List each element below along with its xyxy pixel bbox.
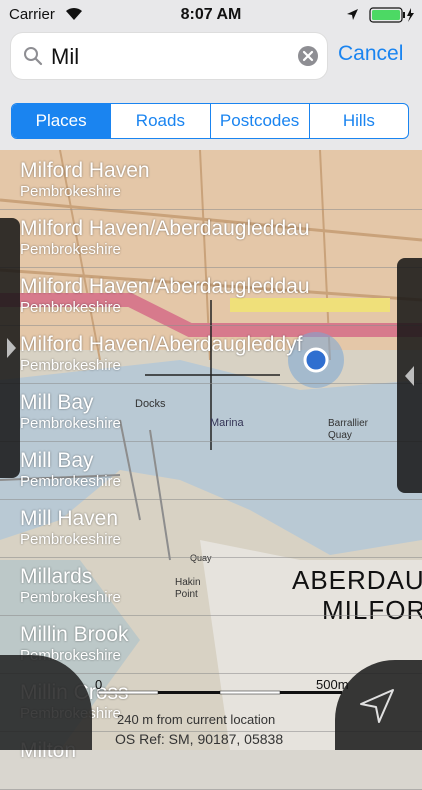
search-field[interactable] bbox=[11, 33, 327, 79]
navigation-arrow-icon bbox=[360, 689, 394, 723]
clear-icon[interactable] bbox=[297, 45, 319, 67]
result-county: Pembrokeshire bbox=[20, 589, 121, 606]
result-name: Mill Bay bbox=[20, 391, 94, 414]
search-type-segmented-control: Places Roads Postcodes Hills bbox=[11, 103, 409, 139]
result-county: Pembrokeshire bbox=[20, 473, 121, 490]
chevron-left-icon bbox=[405, 365, 414, 386]
list-item[interactable]: Mill Bay Pembrokeshire bbox=[0, 384, 422, 442]
result-name: Milford Haven/Aberdaugleddau bbox=[20, 217, 310, 240]
list-item[interactable]: Millards Pembrokeshire bbox=[0, 558, 422, 616]
scale-start-label: 0 bbox=[95, 677, 103, 692]
result-county: Pembrokeshire bbox=[20, 415, 121, 432]
result-name: Mill Haven bbox=[20, 507, 119, 530]
scale-end-label: 500m bbox=[316, 677, 349, 692]
list-item[interactable]: Mill Bay Pembrokeshire bbox=[0, 442, 422, 500]
result-name: Milford Haven/Aberdaugleddau bbox=[20, 275, 310, 298]
location-arrow-icon bbox=[347, 9, 358, 20]
search-icon bbox=[24, 47, 43, 66]
result-name: Milford Haven/Aberdaugleddyf bbox=[20, 333, 303, 356]
result-county: Pembrokeshire bbox=[20, 647, 121, 664]
search-input[interactable] bbox=[49, 41, 293, 73]
result-name: Millin Brook bbox=[20, 623, 129, 646]
scale-bar bbox=[97, 690, 342, 695]
list-item[interactable]: Milford Haven/Aberdaugleddau Pembrokeshi… bbox=[0, 210, 422, 268]
result-county: Pembrokeshire bbox=[20, 357, 121, 374]
distance-from-location: 240 m from current location bbox=[117, 712, 276, 727]
segment-postcodes[interactable]: Postcodes bbox=[209, 104, 309, 138]
result-name: Mill Bay bbox=[20, 449, 94, 472]
chevron-right-icon bbox=[7, 338, 16, 358]
cancel-button[interactable]: Cancel bbox=[338, 42, 403, 66]
result-county: Pembrokeshire bbox=[20, 183, 121, 200]
result-county: Pembrokeshire bbox=[20, 299, 121, 316]
segment-places[interactable]: Places bbox=[12, 104, 111, 138]
os-grid-reference: OS Ref: SM, 90187, 05838 bbox=[115, 731, 284, 747]
segment-roads[interactable]: Roads bbox=[110, 104, 209, 138]
list-item[interactable]: Milford Haven Pembrokeshire bbox=[0, 152, 422, 210]
result-county: Pembrokeshire bbox=[20, 241, 121, 258]
right-drawer-handle[interactable] bbox=[397, 258, 422, 493]
result-name: Milford Haven bbox=[20, 159, 150, 182]
battery-icon bbox=[369, 7, 414, 23]
status-bar: Carrier 8:07 AM bbox=[0, 0, 422, 30]
list-item[interactable]: Mill Haven Pembrokeshire bbox=[0, 500, 422, 558]
left-drawer-handle[interactable] bbox=[0, 218, 20, 478]
list-item[interactable]: Milford Haven/Aberdaugleddau Pembrokeshi… bbox=[0, 268, 422, 326]
segment-hills[interactable]: Hills bbox=[308, 104, 408, 138]
result-county: Pembrokeshire bbox=[20, 531, 121, 548]
result-name: Millards bbox=[20, 565, 93, 588]
list-item[interactable]: Milford Haven/Aberdaugleddyf Pembrokeshi… bbox=[0, 326, 422, 384]
